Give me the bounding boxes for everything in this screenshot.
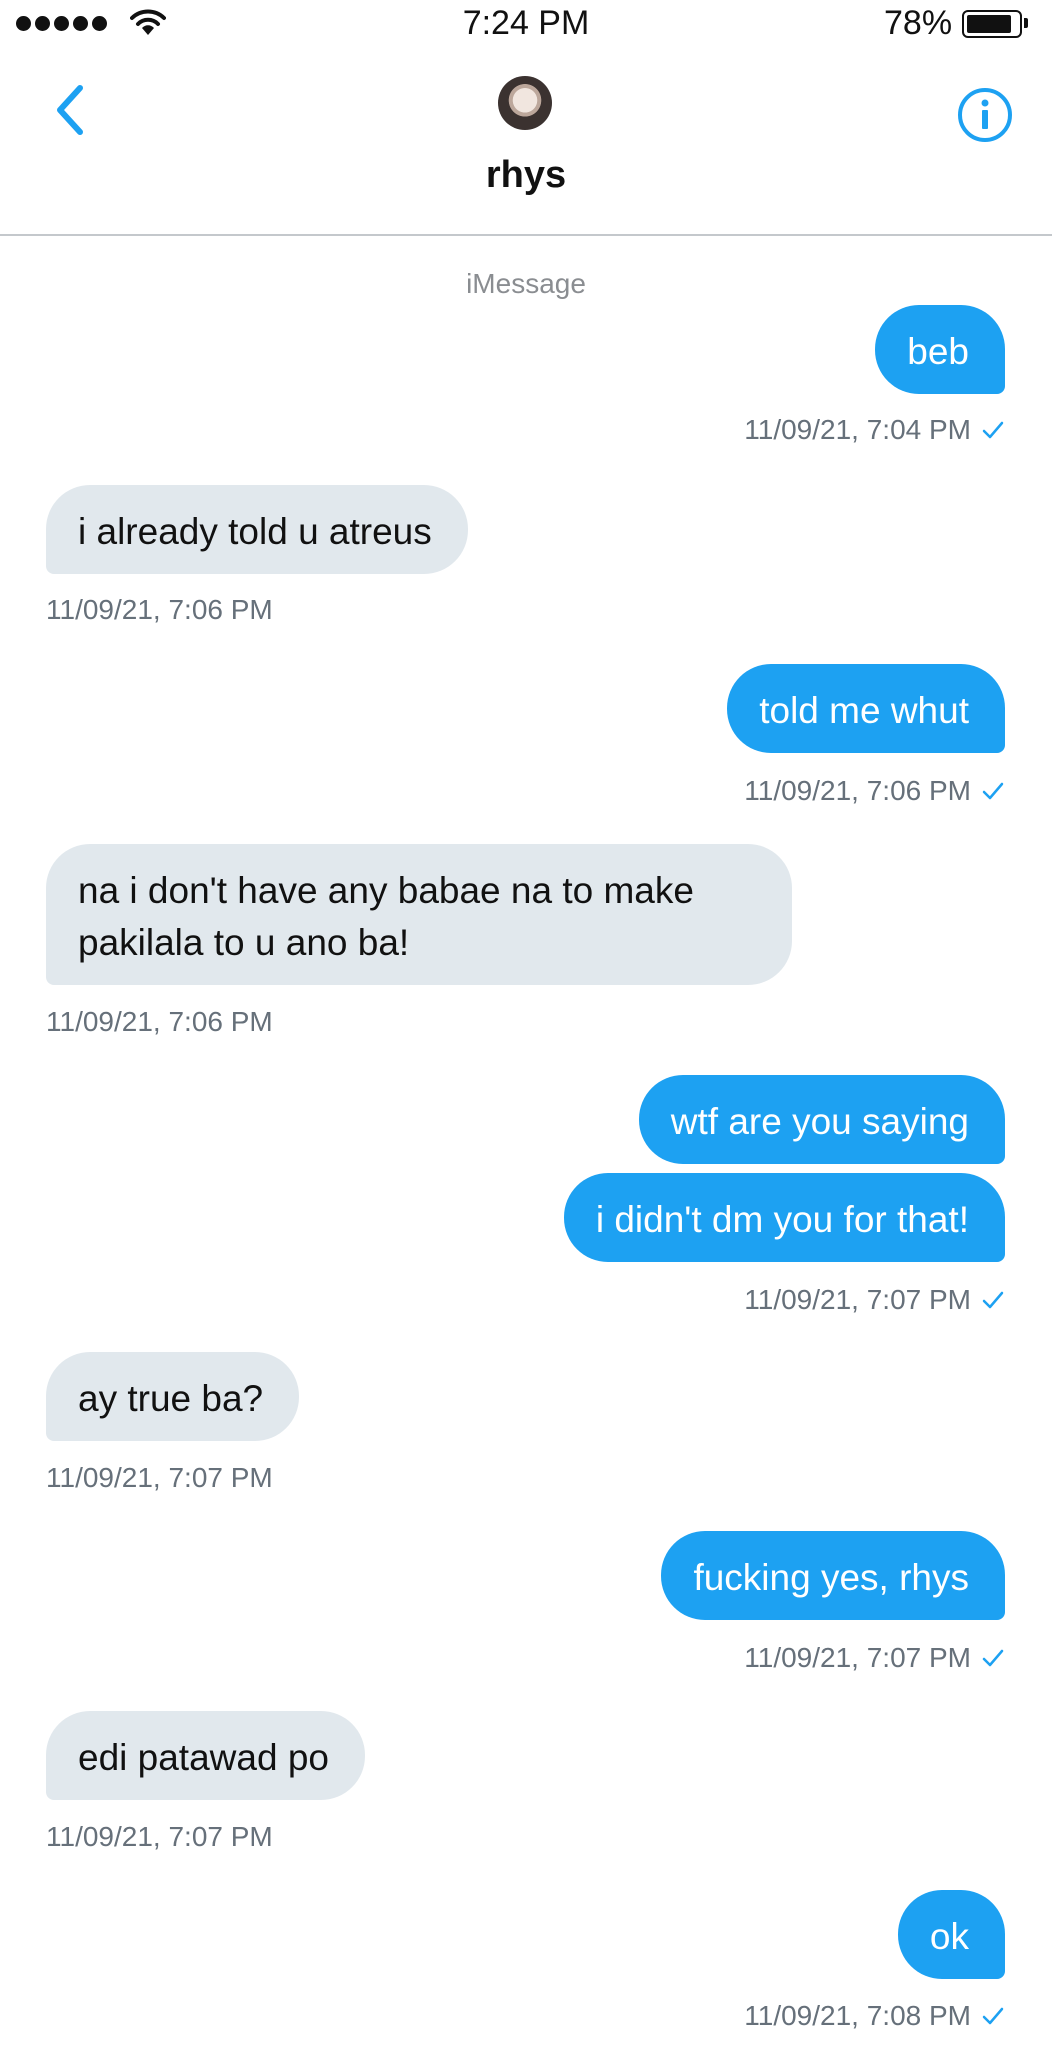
message-timestamp: 11/09/21, 7:06 PM bbox=[46, 1006, 273, 1038]
message-timestamp: 11/09/21, 7:07 PM bbox=[46, 1462, 273, 1494]
message-timestamp: 11/09/21, 7:04 PM bbox=[744, 414, 1005, 446]
outgoing-message-bubble[interactable]: beb bbox=[875, 305, 1005, 394]
timestamp-text: 11/09/21, 7:08 PM bbox=[744, 2000, 971, 2031]
read-check-icon bbox=[982, 782, 1004, 800]
incoming-message-bubble[interactable]: edi patawad po bbox=[46, 1711, 365, 1800]
outgoing-message-bubble[interactable]: fucking yes, rhys bbox=[661, 1531, 1005, 1620]
battery-icon bbox=[962, 10, 1028, 38]
message-timestamp: 11/09/21, 7:08 PM bbox=[744, 2000, 1005, 2032]
timestamp-text: 11/09/21, 7:06 PM bbox=[744, 775, 971, 806]
timestamp-text: 11/09/21, 7:04 PM bbox=[744, 414, 971, 445]
message-timestamp: 11/09/21, 7:07 PM bbox=[744, 1642, 1005, 1674]
read-check-icon bbox=[982, 1291, 1004, 1309]
outgoing-message-bubble[interactable]: wtf are you saying bbox=[638, 1075, 1005, 1164]
timestamp-text: 11/09/21, 7:06 PM bbox=[46, 594, 273, 625]
read-check-icon bbox=[982, 1649, 1004, 1667]
message-timestamp: 11/09/21, 7:06 PM bbox=[744, 775, 1005, 807]
timestamp-text: 11/09/21, 7:07 PM bbox=[46, 1462, 273, 1493]
incoming-message-bubble[interactable]: na i don't have any babae na to make pak… bbox=[46, 844, 792, 985]
timestamp-text: 11/09/21, 7:07 PM bbox=[744, 1284, 971, 1315]
service-label: iMessage bbox=[466, 268, 586, 299]
conversation-header: rhys bbox=[0, 50, 1052, 236]
back-chevron-icon[interactable] bbox=[50, 80, 94, 140]
battery-percentage: 78% bbox=[884, 4, 953, 42]
timestamp-text: 11/09/21, 7:07 PM bbox=[744, 1642, 971, 1673]
status-bar: 7:24 PM 78% bbox=[0, 0, 1052, 50]
message-timestamp: 11/09/21, 7:07 PM bbox=[46, 1821, 273, 1853]
incoming-message-bubble[interactable]: ay true ba? bbox=[46, 1352, 300, 1441]
message-timestamp: 11/09/21, 7:06 PM bbox=[46, 594, 273, 626]
timestamp-text: 11/09/21, 7:07 PM bbox=[46, 1821, 273, 1852]
read-check-icon bbox=[982, 421, 1004, 439]
contact-avatar[interactable] bbox=[498, 76, 552, 130]
message-timestamp: 11/09/21, 7:07 PM bbox=[744, 1284, 1005, 1316]
timestamp-text: 11/09/21, 7:06 PM bbox=[46, 1006, 273, 1037]
info-icon[interactable] bbox=[956, 86, 1014, 144]
outgoing-message-bubble[interactable]: i didn't dm you for that! bbox=[563, 1173, 1005, 1262]
incoming-message-bubble[interactable]: i already told u atreus bbox=[46, 485, 468, 574]
contact-name[interactable]: rhys bbox=[0, 154, 1052, 197]
outgoing-message-bubble[interactable]: ok bbox=[897, 1890, 1005, 1979]
read-check-icon bbox=[982, 2007, 1004, 2025]
outgoing-message-bubble[interactable]: told me whut bbox=[727, 664, 1005, 753]
